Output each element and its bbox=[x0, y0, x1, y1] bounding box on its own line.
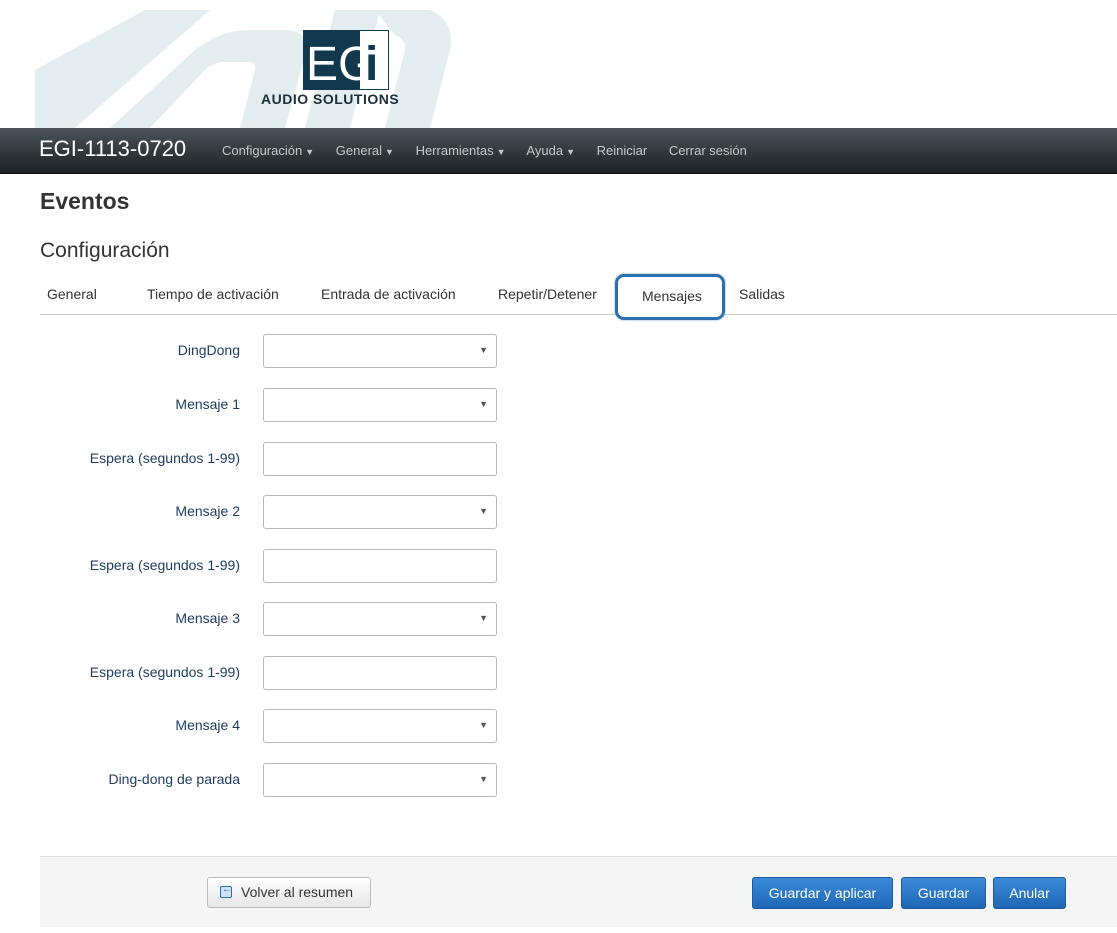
logo-letter-i: i bbox=[365, 38, 378, 90]
form-row-mensaje-1: Mensaje 1 ▼ bbox=[0, 388, 1117, 422]
mensaje-2-select[interactable]: ▼ bbox=[263, 495, 497, 529]
espera-2-label: Espera (segundos 1-99) bbox=[89, 557, 240, 573]
form-row-mensaje-2: Mensaje 2 ▼ bbox=[0, 495, 1117, 529]
espera-2-input[interactable] bbox=[263, 549, 497, 583]
tab-entrada-activacion[interactable]: Entrada de activación bbox=[321, 286, 456, 302]
save-and-apply-button[interactable]: Guardar y aplicar bbox=[752, 877, 893, 909]
page-title: Eventos bbox=[40, 188, 130, 214]
stop-dingdong-select[interactable]: ▼ bbox=[263, 763, 497, 797]
tab-bar: General Tiempo de activación Entrada de … bbox=[40, 274, 1117, 320]
mensaje-3-label: Mensaje 3 bbox=[175, 610, 240, 626]
tab-general[interactable]: General bbox=[47, 286, 97, 302]
dropdown-arrow-icon: ▼ bbox=[479, 613, 488, 623]
mensaje-4-label: Mensaje 4 bbox=[175, 717, 240, 733]
form-row-stop-dingdong: Ding-dong de parada ▼ bbox=[0, 763, 1117, 797]
dropdown-arrow-icon: ▼ bbox=[479, 774, 488, 784]
dropdown-arrow-icon: ▼ bbox=[479, 345, 488, 355]
mensaje-2-label: Mensaje 2 bbox=[175, 503, 240, 519]
mensaje-4-select[interactable]: ▼ bbox=[263, 709, 497, 743]
page-actions-footer: Volver al resumen Guardar y aplicar Guar… bbox=[40, 856, 1117, 927]
form-row-mensaje-4: Mensaje 4 ▼ bbox=[0, 709, 1117, 743]
mensaje-1-label: Mensaje 1 bbox=[175, 396, 240, 412]
dropdown-arrow-icon: ▼ bbox=[479, 720, 488, 730]
logo-watermark-graphic bbox=[35, 10, 451, 128]
nav-item-herramientas[interactable]: Herramientas ▼ bbox=[416, 143, 506, 158]
cancel-button[interactable]: Anular bbox=[993, 877, 1066, 909]
back-to-overview-button[interactable]: Volver al resumen bbox=[207, 877, 371, 908]
tab-salidas[interactable]: Salidas bbox=[739, 286, 785, 302]
form-row-dingdong: DingDong ▼ bbox=[0, 334, 1117, 368]
caret-down-icon: ▼ bbox=[566, 147, 575, 157]
back-arrow-icon bbox=[220, 884, 232, 898]
top-navbar: EGI-1113-0720 Configuración ▼ General ▼ He… bbox=[0, 128, 1117, 174]
nav-menu: Configuración ▼ General ▼ Herramientas ▼ Ay… bbox=[222, 143, 765, 158]
dropdown-arrow-icon: ▼ bbox=[479, 506, 488, 516]
espera-1-input[interactable] bbox=[263, 442, 497, 476]
dropdown-arrow-icon: ▼ bbox=[479, 399, 488, 409]
section-title: Configuración bbox=[40, 239, 170, 262]
nav-label: Configuración bbox=[222, 143, 303, 158]
form-row-espera-2: Espera (segundos 1-99) bbox=[0, 549, 1117, 583]
back-button-label: Volver al resumen bbox=[241, 884, 354, 900]
logo-subtitle: AUDIO SOLUTIONS bbox=[261, 91, 400, 107]
mensaje-3-select[interactable]: ▼ bbox=[263, 602, 497, 636]
espera-3-label: Espera (segundos 1-99) bbox=[89, 664, 240, 680]
dingdong-select[interactable]: ▼ bbox=[263, 334, 497, 368]
caret-down-icon: ▼ bbox=[305, 147, 315, 157]
form-row-espera-3: Espera (segundos 1-99) bbox=[0, 656, 1117, 690]
tab-mensajes[interactable]: Mensajes bbox=[615, 274, 725, 320]
caret-down-icon: ▼ bbox=[496, 147, 506, 157]
espera-1-label: Espera (segundos 1-99) bbox=[89, 450, 240, 466]
logo-area: EG i AUDIO SOLUTIONS bbox=[0, 0, 1117, 128]
tab-tiempo-activacion[interactable]: Tiempo de activación bbox=[147, 286, 279, 302]
nav-label: Herramientas bbox=[415, 143, 494, 158]
nav-label: Ayuda bbox=[526, 143, 564, 158]
nav-item-general[interactable]: General ▼ bbox=[336, 143, 394, 158]
nav-item-reiniciar[interactable]: Reiniciar bbox=[597, 143, 648, 158]
dingdong-label: DingDong bbox=[177, 342, 240, 358]
nav-item-configuracion[interactable]: Configuración ▼ bbox=[222, 143, 314, 158]
stop-dingdong-label: Ding-dong de parada bbox=[108, 771, 240, 787]
mensaje-1-select[interactable]: ▼ bbox=[263, 388, 497, 422]
tab-repetir-detener[interactable]: Repetir/Detener bbox=[498, 286, 597, 302]
caret-down-icon: ▼ bbox=[385, 147, 394, 157]
save-button[interactable]: Guardar bbox=[901, 877, 986, 909]
logo-mark: EG i bbox=[303, 29, 390, 95]
tab-label: Mensajes bbox=[642, 288, 702, 304]
espera-3-input[interactable] bbox=[263, 656, 497, 690]
nav-item-cerrar-sesion[interactable]: Cerrar sesión bbox=[669, 143, 747, 158]
form-row-mensaje-3: Mensaje 3 ▼ bbox=[0, 602, 1117, 636]
nav-label: General bbox=[335, 143, 383, 158]
device-name[interactable]: EGI-1113-0720 bbox=[39, 136, 186, 162]
nav-item-ayuda[interactable]: Ayuda ▼ bbox=[526, 143, 575, 158]
form-row-espera-1: Espera (segundos 1-99) bbox=[0, 442, 1117, 476]
